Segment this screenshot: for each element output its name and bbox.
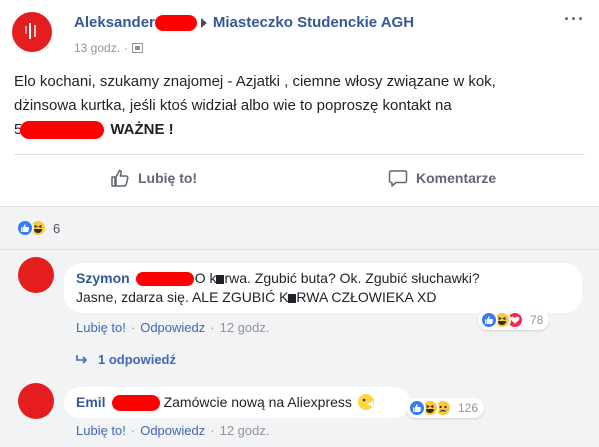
view-replies-link[interactable]: 1 odpowiedź (76, 352, 176, 367)
post-text-line: Elo kochani, szukamy znajomej - Azjatki … (14, 73, 496, 90)
comment-like-link[interactable]: Lubię to! (76, 320, 126, 335)
like-button[interactable]: Lubię to! (110, 168, 197, 188)
comment-icon (388, 170, 408, 187)
reply-arrow-icon (76, 354, 88, 364)
comment-actions: Lubię to! · Odpowiedz · 12 godz. (76, 320, 269, 335)
reactions-summary[interactable]: 6 (16, 219, 60, 237)
comment-text: Jasne, zdarza się. ALE ZGUBIĆ K (76, 289, 289, 305)
separator-dot: · (210, 320, 215, 335)
comment-button[interactable]: Komentarze (388, 168, 496, 188)
comment-time[interactable]: 12 godz. (220, 423, 270, 438)
comment-text: Zamówcie nową na Aliexpress (163, 394, 352, 410)
post-text: Elo kochani, szukamy znajomej - Azjatki … (14, 70, 584, 142)
comment-reply-link[interactable]: Odpowiedz (140, 320, 205, 335)
author-avatar[interactable] (12, 12, 52, 52)
post-time[interactable]: 13 godz. (74, 41, 120, 55)
comment-reactions[interactable]: 78 (478, 310, 550, 330)
group-name[interactable]: Miasteczko Studenckie AGH (213, 14, 414, 31)
like-label: Lubię to! (138, 170, 198, 186)
redaction-mark (20, 121, 105, 140)
comment-actions: Lubię to! · Odpowiedz · 12 godz. (76, 423, 269, 438)
important-label: WAŻNE ! (110, 121, 174, 138)
separator-dot: · (124, 41, 129, 55)
comments-section: 6 Szymon O k rwa. Zgubić buta? Ok. Zgubić … (0, 207, 599, 447)
divider (0, 249, 599, 250)
reaction-count: 126 (458, 401, 479, 415)
separator-dot: · (210, 423, 215, 438)
reaction-count: 6 (53, 220, 61, 236)
comment-text: rwa. Zgubić buta? Ok. Zgubić słuchawki? (224, 270, 480, 286)
comment-like-link[interactable]: Lubię to! (76, 423, 126, 438)
post-text-line: 5 WAŻNE ! (14, 118, 584, 142)
comment-label: Komentarze (416, 170, 497, 186)
redaction-mark (154, 15, 197, 32)
more-options-icon[interactable]: ··· (564, 10, 585, 28)
comment-reply-link[interactable]: Odpowiedz (140, 423, 205, 438)
emoji-icon (357, 394, 374, 410)
post-meta: 13 godz. · (74, 41, 144, 55)
separator-dot: · (130, 320, 136, 335)
thumbs-up-icon (111, 169, 129, 187)
comment-bubble: Emil Zamówcie nową na Aliexpress (64, 387, 410, 418)
replies-count-label: 1 odpowiedź (98, 352, 176, 367)
like-reaction-icon (480, 311, 498, 329)
like-reaction-icon (408, 399, 426, 417)
separator-dot: · (130, 423, 136, 438)
redaction-mark (135, 272, 194, 287)
comment-text: RWA CZŁOWIEKA XD (296, 289, 437, 305)
comment-time[interactable]: 12 godz. (220, 320, 270, 335)
author-name[interactable]: Aleksander (74, 14, 155, 31)
like-reaction-icon (16, 219, 34, 237)
comment-bubble: Szymon O k rwa. Zgubić buta? Ok. Zgubić sł… (64, 263, 582, 313)
divider (14, 154, 585, 155)
arrow-right-icon (200, 18, 207, 29)
redaction-mark (111, 395, 160, 412)
audience-icon[interactable] (132, 43, 144, 53)
commenter-name[interactable]: Emil (76, 394, 106, 410)
commenter-avatar[interactable] (18, 383, 54, 419)
post-card: Aleksander Miasteczko Studenckie AGH 13 g… (0, 0, 599, 207)
comment-reactions[interactable]: 126 (406, 398, 485, 418)
comment-text: O k (194, 270, 217, 286)
commenter-avatar[interactable] (18, 257, 54, 293)
post-header: Aleksander Miasteczko Studenckie AGH (74, 14, 414, 32)
post-text-line: dżinsowa kurtka, jeśli ktoś widział albo… (14, 97, 452, 114)
reaction-count: 78 (530, 313, 544, 327)
commenter-name[interactable]: Szymon (76, 270, 130, 286)
